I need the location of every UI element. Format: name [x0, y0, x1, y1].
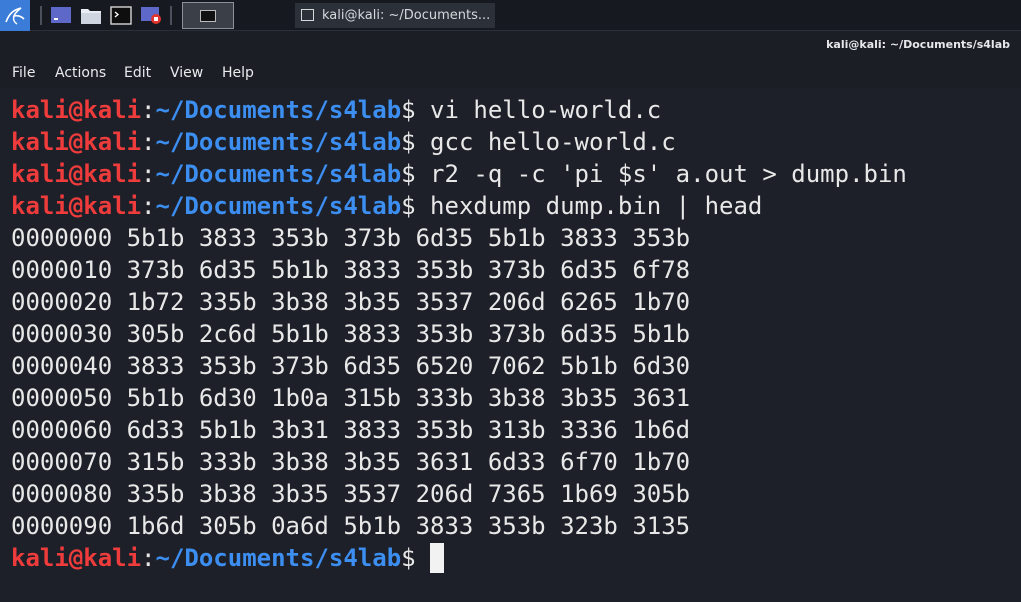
hexdump-row: 0000060 6d33 5b1b 3b31 3833 353b 313b 33… [11, 416, 691, 444]
prompt-dollar: $ [401, 192, 416, 220]
prompt-colon: : [141, 544, 156, 572]
prompt-path: ~/Documents/s4lab [155, 160, 402, 188]
menu-view[interactable]: View [170, 63, 203, 83]
hexdump-row: 0000070 315b 333b 3b38 3b35 3631 6d33 6f… [11, 448, 691, 476]
taskbar: kali@kali: ~/Documents... [0, 0, 1021, 31]
hexdump-row: 0000090 1b6d 305b 0a6d 5b1b 3833 353b 32… [11, 512, 691, 540]
workspace-window-thumbnail [200, 10, 216, 22]
command-line: kali@kali:~/Documents/s4lab$ vi hello-wo… [11, 94, 661, 126]
menu-edit[interactable]: Edit [124, 63, 151, 83]
taskbar-terminal-task[interactable]: kali@kali: ~/Documents... [295, 3, 495, 28]
prompt-colon: : [141, 128, 156, 156]
terminal-icon [301, 9, 314, 21]
prompt-user: kali@kali [11, 96, 142, 124]
command-text: hexdump dump.bin | head [415, 192, 763, 220]
hexdump-row: 0000020 1b72 335b 3b38 3b35 3537 206d 62… [11, 288, 691, 316]
prompt-user: kali@kali [11, 128, 142, 156]
command-text: vi hello-world.c [415, 96, 662, 124]
hexdump-row: 0000080 335b 3b38 3b35 3537 206d 7365 1b… [11, 480, 691, 508]
menu-help[interactable]: Help [222, 63, 254, 83]
command-text: gcc hello-world.c [415, 128, 676, 156]
active-prompt-line[interactable]: kali@kali:~/Documents/s4lab$ [11, 542, 445, 574]
desktop-icon[interactable] [50, 6, 72, 25]
text-cursor [430, 543, 445, 573]
prompt-dollar: $ [401, 544, 416, 572]
window-titlebar[interactable]: kali@kali: ~/Documents/s4lab [0, 31, 1021, 59]
command-input[interactable] [416, 544, 430, 572]
prompt-path: ~/Documents/s4lab [155, 192, 402, 220]
taskbar-separator [40, 6, 42, 25]
hexdump-row: 0000040 3833 353b 373b 6d35 6520 7062 5b… [11, 352, 691, 380]
task-title: kali@kali: ~/Documents... [322, 8, 491, 23]
terminal-icon[interactable] [110, 6, 132, 25]
prompt-path: ~/Documents/s4lab [155, 128, 402, 156]
menu-bar: File Actions Edit View Help [0, 59, 1021, 88]
hexdump-row: 0000000 5b1b 3833 353b 373b 6d35 5b1b 38… [11, 224, 691, 252]
window-title: kali@kali: ~/Documents/s4lab [826, 38, 1010, 51]
prompt-user: kali@kali [11, 160, 142, 188]
workspace-switcher[interactable] [182, 2, 234, 29]
taskbar-separator [170, 6, 172, 25]
prompt-colon: : [141, 96, 156, 124]
prompt-dollar: $ [401, 96, 416, 124]
prompt-path: ~/Documents/s4lab [155, 96, 402, 124]
menu-actions[interactable]: Actions [55, 63, 106, 83]
prompt-dollar: $ [401, 160, 416, 188]
prompt-user: kali@kali [11, 544, 142, 572]
hexdump-row: 0000050 5b1b 6d30 1b0a 315b 333b 3b38 3b… [11, 384, 691, 412]
prompt-colon: : [141, 192, 156, 220]
prompt-path: ~/Documents/s4lab [155, 544, 402, 572]
menu-file[interactable]: File [12, 63, 35, 83]
terminal-output-area[interactable]: kali@kali:~/Documents/s4lab$ vi hello-wo… [0, 88, 1021, 602]
command-line: kali@kali:~/Documents/s4lab$ hexdump dum… [11, 190, 762, 222]
command-line: kali@kali:~/Documents/s4lab$ r2 -q -c 'p… [11, 158, 907, 190]
hexdump-row: 0000010 373b 6d35 5b1b 3833 353b 373b 6d… [11, 256, 691, 284]
prompt-colon: : [141, 160, 156, 188]
file-manager-icon[interactable] [80, 6, 102, 25]
command-line: kali@kali:~/Documents/s4lab$ gcc hello-w… [11, 126, 676, 158]
hexdump-row: 0000030 305b 2c6d 5b1b 3833 353b 373b 6d… [11, 320, 691, 348]
command-text: r2 -q -c 'pi $s' a.out > dump.bin [415, 160, 907, 188]
prompt-user: kali@kali [11, 192, 142, 220]
screen-recorder-icon[interactable] [140, 6, 162, 25]
kali-menu-icon[interactable] [0, 0, 30, 31]
prompt-dollar: $ [401, 128, 416, 156]
